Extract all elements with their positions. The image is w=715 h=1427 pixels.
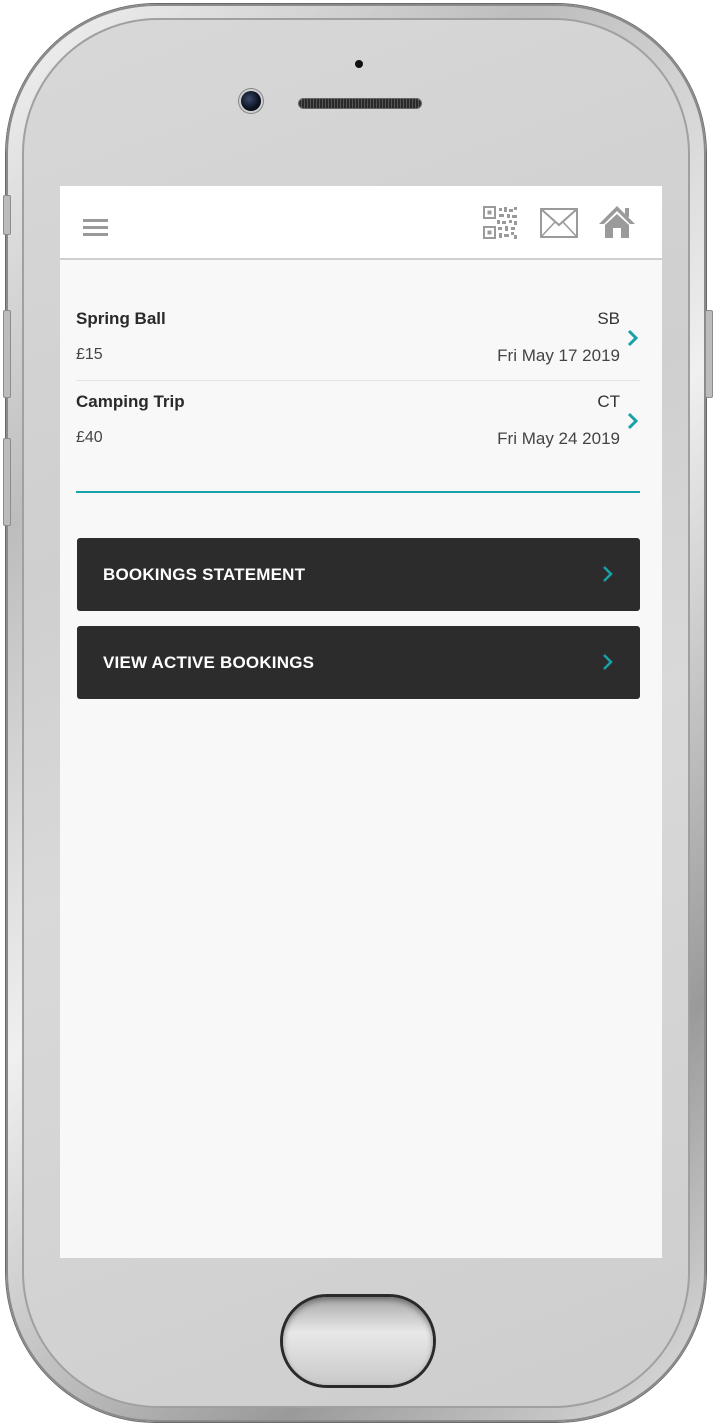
proximity-sensor [355, 60, 363, 68]
chevron-right-icon [627, 412, 639, 430]
side-button [705, 310, 713, 398]
booking-item-spring-ball[interactable]: Spring Ball SB £15 Fri May 17 2019 [76, 298, 640, 380]
app-header [60, 186, 662, 260]
booking-price: £40 [76, 429, 103, 446]
qr-code-icon[interactable] [483, 206, 519, 240]
booking-code: SB [597, 309, 620, 328]
button-label: BOOKINGS STATEMENT [103, 565, 306, 584]
section-divider [76, 491, 640, 493]
front-camera [241, 91, 261, 111]
hamburger-menu-icon[interactable] [83, 219, 108, 237]
app-screen: Spring Ball SB £15 Fri May 17 2019 Campi… [60, 186, 662, 1258]
booking-list: Spring Ball SB £15 Fri May 17 2019 Campi… [76, 298, 640, 463]
bookings-statement-button[interactable]: BOOKINGS STATEMENT [77, 538, 640, 611]
chevron-right-icon [627, 329, 639, 347]
button-label: VIEW ACTIVE BOOKINGS [103, 653, 315, 672]
home-icon[interactable] [598, 204, 636, 240]
booking-name: Camping Trip [76, 392, 185, 411]
booking-name: Spring Ball [76, 309, 166, 328]
booking-date: Fri May 24 2019 [497, 429, 620, 448]
view-active-bookings-button[interactable]: VIEW ACTIVE BOOKINGS [77, 626, 640, 699]
side-button [3, 195, 11, 235]
chevron-right-icon [603, 654, 613, 670]
side-button [3, 310, 11, 398]
mail-icon[interactable] [540, 208, 578, 238]
home-button[interactable] [283, 1297, 433, 1385]
booking-code: CT [597, 392, 620, 411]
booking-item-camping-trip[interactable]: Camping Trip CT £40 Fri May 24 2019 [76, 380, 640, 463]
chevron-right-icon [603, 566, 613, 582]
side-button [3, 438, 11, 526]
earpiece-speaker [299, 99, 421, 108]
booking-price: £15 [76, 346, 103, 363]
booking-date: Fri May 17 2019 [497, 346, 620, 365]
